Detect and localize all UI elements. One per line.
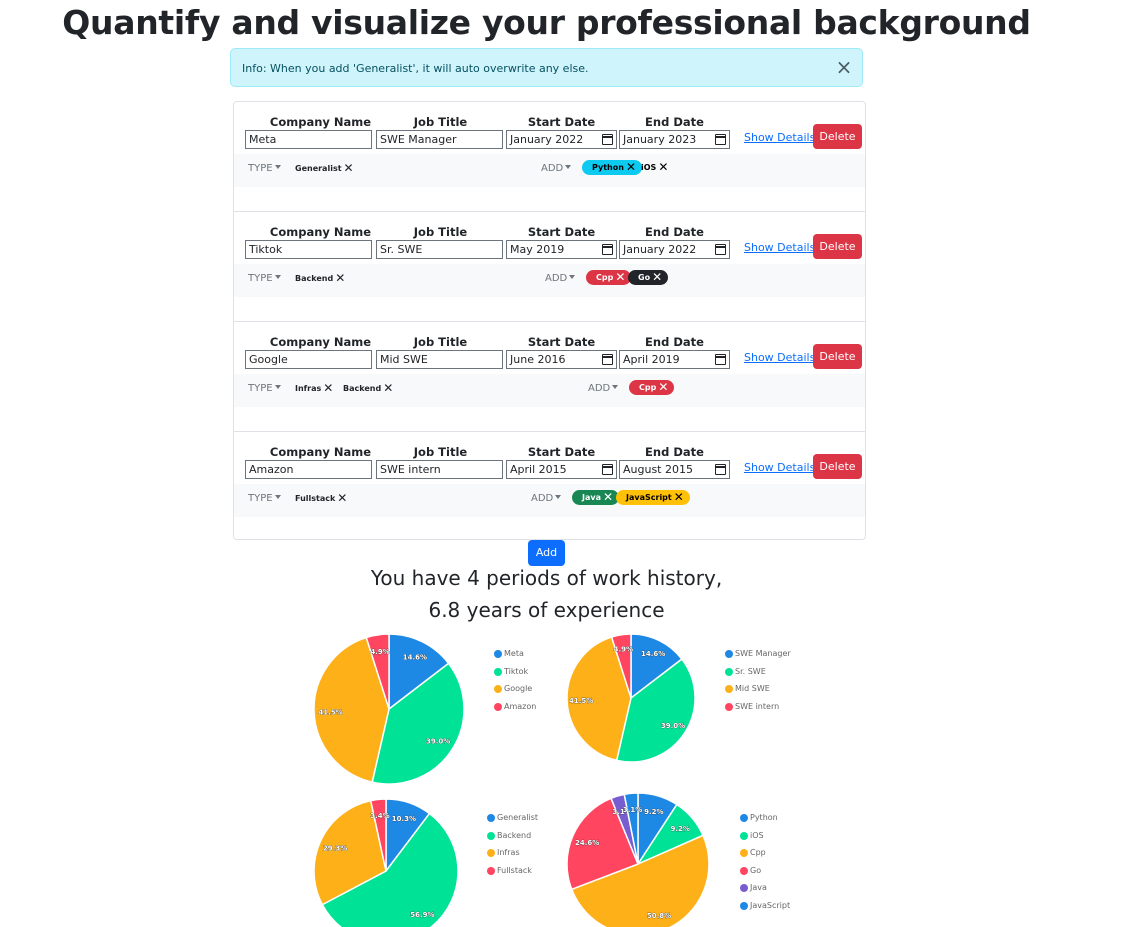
- pie-data-label: 9.2%: [671, 825, 690, 833]
- pie-chart: 9.2%9.2%50.8%24.6%3.1%3.1%: [566, 792, 710, 927]
- legend-label: Java: [750, 883, 767, 893]
- legend-label: Go: [750, 865, 762, 875]
- pie-data-label: 24.6%: [575, 839, 599, 847]
- legend-marker: [740, 902, 748, 910]
- pie-data-label: 3.1%: [623, 806, 642, 814]
- legend-marker: [740, 866, 748, 875]
- legend-label: JavaScript: [750, 901, 791, 910]
- legend-label: iOS: [750, 830, 764, 840]
- legend-label: Cpp: [750, 848, 766, 858]
- legend-marker: [740, 831, 748, 840]
- legend-marker: [740, 814, 748, 822]
- legend-label: Python: [750, 813, 778, 822]
- pie-data-label: 9.2%: [644, 808, 663, 816]
- pie-data-label: 50.8%: [647, 912, 671, 920]
